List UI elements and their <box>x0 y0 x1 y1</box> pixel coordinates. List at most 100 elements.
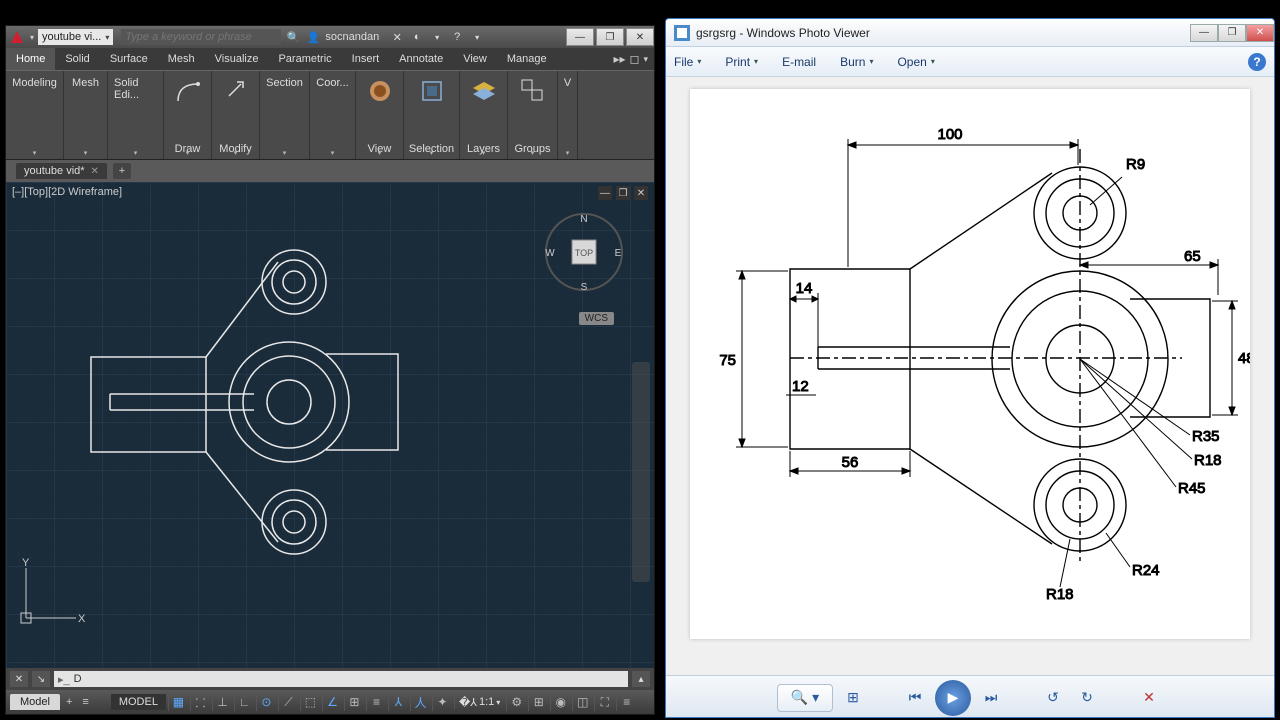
dynamic-ucs-icon[interactable]: ⅄ <box>388 693 408 711</box>
pv-menu-burn[interactable]: Burn▾ <box>840 55 873 69</box>
menu-insert[interactable]: Insert <box>342 48 390 70</box>
chevron-down-icon[interactable]: ▾ <box>429 29 445 45</box>
ribbon-layers[interactable]: Layers▾ <box>460 71 508 159</box>
gear-icon[interactable]: ⚙ <box>506 693 526 711</box>
search-button-icon[interactable]: 🔍 <box>285 29 301 45</box>
exchange-icon[interactable]: ✕ <box>389 29 405 45</box>
lineweight-icon[interactable]: ≡ <box>366 693 386 711</box>
hardware-accel-icon[interactable]: ◉ <box>550 693 570 711</box>
cmd-expand-icon[interactable]: ▴ <box>632 671 650 687</box>
menu-parametric[interactable]: Parametric <box>268 48 341 70</box>
menu-home[interactable]: Home <box>6 48 55 70</box>
pv-menu-file[interactable]: File▾ <box>674 55 701 69</box>
polar-toggle-icon[interactable]: ⊙ <box>256 693 276 711</box>
svg-text:100: 100 <box>937 126 962 143</box>
ribbon-mesh[interactable]: Mesh▾ <box>64 71 108 159</box>
maximize-button[interactable]: ❐ <box>596 28 624 46</box>
ortho-toggle-icon[interactable]: ∟ <box>234 693 254 711</box>
customize-icon[interactable]: ≡ <box>616 693 636 711</box>
ribbon-modify[interactable]: Modify▾ <box>212 71 260 159</box>
pv-help-button[interactable]: ? <box>1248 53 1266 71</box>
modify-icon <box>220 75 252 107</box>
osnap-toggle-icon[interactable]: ⬚ <box>300 693 320 711</box>
clean-screen-icon[interactable]: ⛶ <box>594 693 614 711</box>
command-text: D <box>74 673 82 685</box>
ribbon-section[interactable]: Section▾ <box>260 71 310 159</box>
ribbon-view[interactable]: View▾ <box>356 71 404 159</box>
signin-icon[interactable]: 👤 <box>305 29 321 45</box>
snap-toggle-icon[interactable]: ⸬ <box>190 693 210 711</box>
command-input[interactable]: ▸_ D <box>54 671 628 687</box>
pv-actual-size-button[interactable]: ⊞ <box>839 684 867 712</box>
qat-pulldown-icon[interactable]: ▾ <box>30 33 34 42</box>
menu-solid[interactable]: Solid <box>55 48 99 70</box>
pv-menu-email[interactable]: E-mail <box>782 55 816 69</box>
layout-add-icon[interactable]: + <box>62 696 76 708</box>
cmd-close-icon[interactable]: ✕ <box>10 671 28 687</box>
cmd-recent-icon[interactable]: ↘ <box>32 671 50 687</box>
ribbon-groups[interactable]: Groups▾ <box>508 71 558 159</box>
menu-annotate[interactable]: Annotate <box>389 48 453 70</box>
menu-view[interactable]: View <box>453 48 497 70</box>
pv-menubar: File▾ Print▾ E-mail Burn▾ Open▾ ? <box>666 47 1274 77</box>
pv-rotate-cw-button[interactable]: ↻ <box>1073 684 1101 712</box>
viewport[interactable]: [–][Top][2D Wireframe] — ❐ ✕ TOP N S E W… <box>6 182 654 668</box>
search-input[interactable] <box>121 29 281 45</box>
minimize-button[interactable]: — <box>566 28 594 46</box>
ribbon-solid-editing[interactable]: Solid Edi...▾ <box>108 71 164 159</box>
svg-text:R45: R45 <box>1178 480 1206 497</box>
pv-menu-open[interactable]: Open▾ <box>897 55 934 69</box>
otrack-icon[interactable]: ⊞ <box>344 693 364 711</box>
pv-slideshow-button[interactable]: ▶ <box>935 680 971 716</box>
gizmo-icon[interactable]: ✦ <box>432 693 452 711</box>
ribbon-modeling[interactable]: Modeling▾ <box>6 71 64 159</box>
workspace-icon[interactable]: ⊞ <box>528 693 548 711</box>
user-name[interactable]: socnandan <box>325 31 379 43</box>
pv-close-button[interactable]: ✕ <box>1246 24 1274 42</box>
new-tab-button[interactable]: + <box>113 163 131 179</box>
ribbon-more[interactable]: V▾ <box>558 71 578 159</box>
ucs-icon: Y X <box>16 558 86 628</box>
grid-toggle-icon[interactable]: ▦ <box>168 693 188 711</box>
pv-delete-button[interactable]: ✕ <box>1135 684 1163 712</box>
model-tab[interactable]: Model <box>10 694 60 710</box>
menu-visualize[interactable]: Visualize <box>205 48 269 70</box>
ribbon-minimize-icon[interactable]: ◻ <box>630 52 640 66</box>
autocad-logo[interactable] <box>6 26 28 48</box>
close-button[interactable]: ✕ <box>626 28 654 46</box>
3dosnap-icon[interactable]: ∠ <box>322 693 342 711</box>
pv-maximize-button[interactable]: ❐ <box>1218 24 1246 42</box>
ribbon-draw[interactable]: Draw▾ <box>164 71 212 159</box>
svg-text:56: 56 <box>842 454 859 471</box>
pv-rotate-ccw-button[interactable]: ↺ <box>1039 684 1067 712</box>
infer-constraints-icon[interactable]: ⊥ <box>212 693 232 711</box>
pv-minimize-button[interactable]: — <box>1190 24 1218 42</box>
model-button[interactable]: MODEL <box>111 694 166 710</box>
annotation-scale[interactable]: �⅄ 1:1 ▾ <box>454 696 504 709</box>
pv-last-button[interactable]: ⏭ <box>977 684 1005 712</box>
pv-first-button[interactable]: ⏮ <box>901 684 929 712</box>
close-tab-icon[interactable]: ✕ <box>91 166 99 177</box>
document-dropdown[interactable]: youtube vi... ▾ <box>38 29 113 45</box>
menu-mesh[interactable]: Mesh <box>158 48 205 70</box>
technical-drawing: 100 R9 75 14 12 56 <box>690 89 1250 639</box>
a360-icon[interactable]: ◐ <box>409 29 425 45</box>
menu-surface[interactable]: Surface <box>100 48 158 70</box>
selection-filtering-icon[interactable]: 人 <box>410 693 430 711</box>
pv-menu-print[interactable]: Print▾ <box>725 55 758 69</box>
pv-zoom-control[interactable]: 🔍 ▾ <box>777 684 833 712</box>
isolate-icon[interactable]: ◫ <box>572 693 592 711</box>
isoplane-icon[interactable]: ⟋ <box>278 693 298 711</box>
ribbon-coordinates[interactable]: Coor...▾ <box>310 71 356 159</box>
svg-text:R18: R18 <box>1046 586 1074 603</box>
document-tab[interactable]: youtube vid* ✕ <box>16 163 107 179</box>
chevron-down-icon[interactable]: ▾ <box>469 29 485 45</box>
chevron-icon[interactable]: ▾ <box>643 54 648 65</box>
help-icon[interactable]: ? <box>449 29 465 45</box>
ribbon-selection[interactable]: Selection▾ <box>404 71 460 159</box>
layout-list-icon[interactable]: ≡ <box>78 696 92 708</box>
menu-scroll-right-icon[interactable]: ▸▸ <box>613 52 625 66</box>
svg-text:12: 12 <box>792 378 809 395</box>
menu-manage[interactable]: Manage <box>497 48 557 70</box>
pv-canvas[interactable]: 100 R9 75 14 12 56 <box>666 77 1274 675</box>
